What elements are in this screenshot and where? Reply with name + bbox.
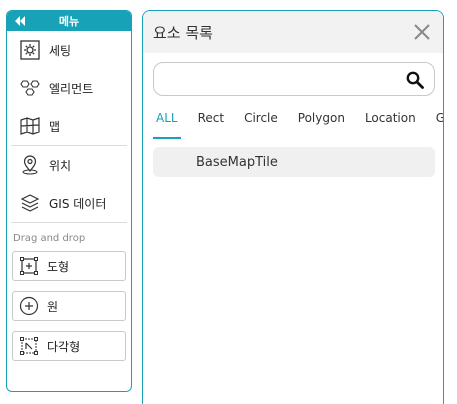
- element-list-panel: 요소 목록 ALL Rect Circle Polygon Location G…: [142, 10, 444, 404]
- menu-item-label: 맵: [49, 119, 61, 134]
- shape-polygon-button[interactable]: 다각형: [12, 331, 126, 361]
- tab-all[interactable]: ALL: [153, 111, 181, 139]
- filter-tabs: ALL Rect Circle Polygon Location GIS: [153, 111, 443, 139]
- panel-title: 요소 목록: [153, 23, 213, 42]
- elements-icon: [19, 77, 41, 99]
- menu-item-label: GIS 데이터: [49, 196, 107, 211]
- menu-panel: 메뉴 세팅 엘리먼트 맵 위치 GIS 데이터 Drag and drop 도형…: [6, 10, 132, 392]
- menu-item-label: 엘리먼트: [49, 81, 94, 96]
- menu-item-map[interactable]: 맵: [7, 107, 131, 145]
- layers-icon: [19, 192, 41, 214]
- tab-polygon[interactable]: Polygon: [295, 111, 348, 133]
- menu-item-label: 세팅: [49, 43, 72, 58]
- shape-rect-button[interactable]: 도형: [12, 251, 126, 281]
- element-list: BaseMapTile: [153, 147, 435, 177]
- rect-add-icon: [19, 256, 39, 276]
- shape-label: 도형: [47, 259, 70, 274]
- tab-rect[interactable]: Rect: [195, 111, 227, 133]
- close-icon[interactable]: [413, 23, 431, 41]
- collapse-menu-icon[interactable]: [13, 14, 27, 28]
- shape-circle-button[interactable]: 원: [12, 291, 126, 321]
- gear-icon: [19, 39, 41, 61]
- circle-add-icon: [19, 296, 39, 316]
- shape-label: 원: [47, 299, 59, 314]
- tab-circle[interactable]: Circle: [241, 111, 281, 133]
- map-icon: [19, 115, 41, 137]
- search-box: [153, 62, 435, 96]
- list-item[interactable]: BaseMapTile: [153, 147, 435, 177]
- list-item-label: BaseMapTile: [196, 154, 278, 170]
- tab-location[interactable]: Location: [362, 111, 419, 133]
- menu-item-location[interactable]: 위치: [7, 146, 131, 184]
- tab-gis[interactable]: GIS: [433, 111, 443, 133]
- drag-and-drop-label: Drag and drop: [13, 233, 86, 244]
- menu-item-label: 위치: [49, 158, 72, 173]
- element-list-header: 요소 목록: [143, 11, 443, 53]
- menu-item-gis-data[interactable]: GIS 데이터: [7, 184, 131, 222]
- shape-label: 다각형: [47, 339, 81, 354]
- menu-item-settings[interactable]: 세팅: [7, 31, 131, 69]
- search-icon[interactable]: [406, 71, 424, 89]
- menu-header: 메뉴: [7, 11, 131, 31]
- menu-title: 메뉴: [58, 15, 80, 28]
- polygon-icon: [19, 336, 39, 356]
- search-input[interactable]: [164, 69, 394, 89]
- menu-item-elements[interactable]: 엘리먼트: [7, 69, 131, 107]
- location-pin-icon: [19, 154, 41, 176]
